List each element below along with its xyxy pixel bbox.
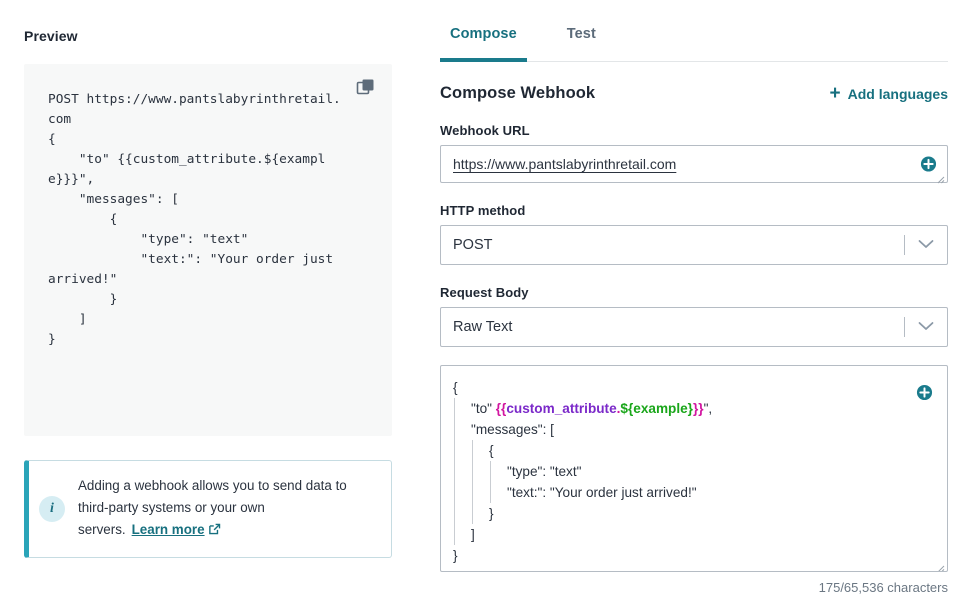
code-line: { bbox=[453, 380, 458, 395]
chevron-down-icon[interactable] bbox=[918, 236, 934, 254]
code-token-var: ${example} bbox=[620, 401, 693, 416]
code-token-attr: custom_attribute bbox=[506, 401, 617, 416]
select-divider bbox=[904, 235, 905, 255]
code-line: "messages": [ bbox=[471, 422, 554, 437]
webhook-url-label: Webhook URL bbox=[440, 123, 530, 138]
tab-compose-label: Compose bbox=[450, 26, 517, 42]
info-banner: i Adding a webhook allows you to send da… bbox=[24, 460, 392, 558]
code-token-brace: }} bbox=[692, 401, 704, 416]
info-banner-text: Adding a webhook allows you to send data… bbox=[78, 475, 377, 543]
learn-more-label: Learn more bbox=[131, 522, 205, 537]
page-title: Preview bbox=[24, 28, 78, 44]
tab-bar: Compose Test bbox=[440, 24, 948, 62]
code-line: "to" {{custom_attribute.${example}}}", bbox=[453, 398, 903, 419]
add-languages-label: Add languages bbox=[847, 85, 948, 102]
copy-icon[interactable] bbox=[356, 78, 376, 98]
preview-code-text: POST https://www.pantslabyrinthretail.co… bbox=[48, 92, 341, 347]
code-token-brace: {{ bbox=[495, 401, 507, 416]
compose-header: Compose Webhook + Add languages bbox=[440, 84, 948, 103]
request-body-value: Raw Text bbox=[453, 319, 513, 335]
add-languages-button[interactable]: + Add languages bbox=[829, 82, 948, 104]
learn-more-link[interactable]: Learn more bbox=[132, 522, 221, 537]
tab-compose[interactable]: Compose bbox=[440, 24, 527, 62]
editor-insert-plus-circle-icon[interactable] bbox=[916, 384, 933, 401]
code-token-plain: "to" bbox=[471, 401, 496, 416]
tab-test-label: Test bbox=[566, 26, 596, 42]
plus-icon: + bbox=[829, 82, 841, 104]
request-body-label: Request Body bbox=[440, 285, 529, 300]
external-link-icon bbox=[208, 521, 221, 543]
preview-panel: Preview POST https://www.pantslabyrinthr… bbox=[0, 0, 416, 613]
code-line: ] bbox=[471, 527, 475, 542]
code-token-plain: ", bbox=[703, 401, 713, 416]
code-line: "type": "text" bbox=[507, 464, 582, 479]
url-insert-plus-circle-icon[interactable] bbox=[920, 156, 937, 173]
character-counter: 175/65,536 characters bbox=[818, 580, 948, 595]
code-line: { bbox=[489, 443, 494, 458]
code-line: "text:": "Your order just arrived!" bbox=[507, 485, 697, 500]
webhook-url-input[interactable]: https://www.pantslabyrinthretail.com bbox=[440, 145, 948, 184]
http-method-value: POST bbox=[453, 237, 493, 253]
webhook-compose-screen: Preview POST https://www.pantslabyrinthr… bbox=[0, 0, 974, 613]
compose-title: Compose Webhook bbox=[440, 84, 596, 102]
request-body-code: {"to" {{custom_attribute.${example}}}", "… bbox=[453, 377, 903, 566]
info-icon: i bbox=[39, 496, 65, 522]
chevron-down-icon[interactable] bbox=[918, 318, 934, 336]
webhook-url-value: https://www.pantslabyrinthretail.com bbox=[453, 156, 677, 172]
code-line: } bbox=[489, 506, 494, 521]
code-line: } bbox=[453, 548, 458, 563]
editor-resize-handle[interactable] bbox=[935, 560, 945, 571]
tab-test[interactable]: Test bbox=[557, 24, 606, 61]
request-body-select[interactable]: Raw Text bbox=[440, 307, 948, 347]
select-divider bbox=[904, 317, 905, 337]
http-method-label: HTTP method bbox=[440, 203, 526, 218]
compose-panel: Compose Test Compose Webhook + Add langu… bbox=[424, 0, 974, 613]
http-method-select[interactable]: POST bbox=[440, 225, 948, 265]
preview-code-box: POST https://www.pantslabyrinthretail.co… bbox=[24, 64, 392, 436]
request-body-editor[interactable]: {"to" {{custom_attribute.${example}}}", "… bbox=[440, 365, 948, 572]
